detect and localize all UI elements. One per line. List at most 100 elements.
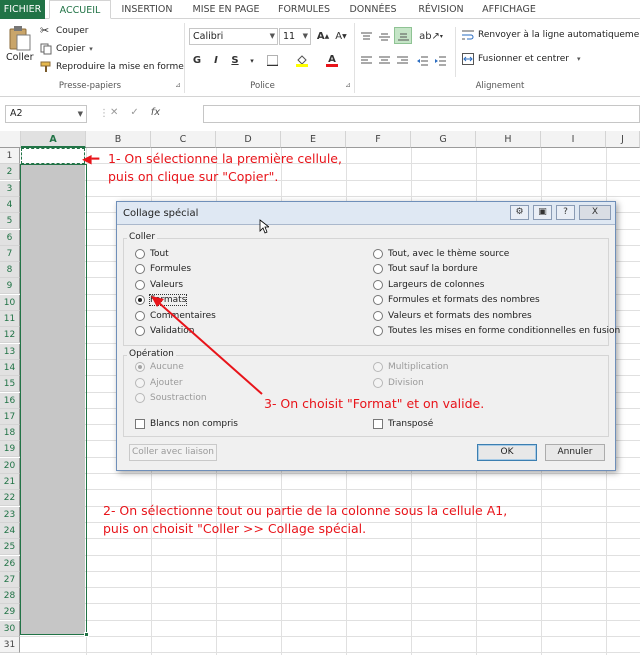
column-header-a[interactable]: A	[21, 131, 86, 148]
chevron-down-icon[interactable]: ▾	[89, 45, 93, 53]
row-header-14[interactable]: 14	[0, 359, 20, 376]
row-header-6[interactable]: 6	[0, 229, 20, 246]
paste-option-radio[interactable]: Tout, avec le thème source	[373, 249, 509, 259]
row-header-19[interactable]: 19	[0, 441, 20, 458]
row-header-15[interactable]: 15	[0, 376, 20, 393]
align-center-icon[interactable]	[376, 52, 392, 69]
row-header-31[interactable]: 31	[0, 637, 20, 653]
cancel-icon[interactable]: ✕	[110, 107, 118, 121]
tab-revision[interactable]: RÉVISION	[410, 0, 472, 19]
operation-option-radio[interactable]: Division	[373, 377, 424, 388]
row-header-29[interactable]: 29	[0, 604, 20, 621]
row-header-30[interactable]: 30	[0, 620, 20, 637]
ok-button[interactable]: OK	[477, 444, 537, 461]
align-top-icon[interactable]	[358, 28, 374, 45]
column-header-c[interactable]: C	[151, 131, 216, 148]
format-painter-button[interactable]: Reproduire la mise en forme	[40, 61, 184, 73]
close-button[interactable]: X	[579, 205, 611, 220]
formula-input[interactable]	[203, 105, 640, 123]
tab-donnees[interactable]: DONNÉES	[340, 0, 406, 19]
row-header-1[interactable]: 1	[0, 148, 20, 164]
paste-option-radio[interactable]: Tout sauf la bordure	[373, 264, 478, 275]
chevron-down-icon[interactable]: ▾	[246, 52, 258, 69]
gear-icon[interactable]: ⚙	[510, 205, 529, 220]
row-header-17[interactable]: 17	[0, 408, 20, 425]
paste-option-radio[interactable]: Formats	[135, 294, 188, 307]
enter-icon[interactable]: ✓	[130, 107, 138, 121]
paste-option-radio[interactable]: Formules	[135, 264, 191, 275]
tab-affichage[interactable]: AFFICHAGE	[476, 0, 542, 19]
font-size-combo[interactable]: 11 ▼	[279, 28, 311, 45]
grow-font-icon[interactable]: A ▲	[315, 28, 331, 45]
shrink-font-icon[interactable]: A ▼	[333, 28, 349, 45]
cut-button[interactable]: ✂ Couper	[40, 25, 88, 37]
bold-button[interactable]: G	[189, 52, 205, 69]
font-name-combo[interactable]: Calibri ▼	[189, 28, 278, 45]
chevron-down-icon[interactable]: ▼	[78, 106, 83, 122]
font-color-icon[interactable]: A	[324, 52, 340, 69]
paste-option-radio[interactable]: Commentaires	[135, 310, 216, 321]
column-header-j[interactable]: J	[606, 131, 640, 148]
paste-option-radio[interactable]: Largeurs de colonnes	[373, 279, 484, 290]
row-header-11[interactable]: 11	[0, 311, 20, 327]
row-header-9[interactable]: 9	[0, 278, 20, 295]
row-header-8[interactable]: 8	[0, 262, 20, 279]
tab-fichier[interactable]: FICHIER	[0, 0, 45, 19]
paste-option-radio[interactable]: Toutes les mises en forme conditionnelle…	[373, 326, 620, 336]
borders-icon[interactable]	[264, 52, 280, 69]
row-header-23[interactable]: 23	[0, 506, 20, 523]
paste-option-radio[interactable]: Valeurs et formats des nombres	[373, 310, 532, 321]
underline-button[interactable]: S	[227, 52, 243, 69]
operation-option-radio[interactable]: Soustraction	[135, 393, 207, 403]
clipboard-launcher-icon[interactable]: ⊿	[175, 81, 181, 89]
column-header-e[interactable]: E	[281, 131, 346, 148]
skip-blanks-checkbox[interactable]: Blancs non compris	[135, 419, 238, 429]
operation-option-radio[interactable]: Aucune	[135, 362, 184, 372]
select-all-corner[interactable]	[0, 131, 21, 148]
paste-link-button[interactable]: Coller avec liaison	[129, 444, 217, 461]
align-right-icon[interactable]	[394, 52, 410, 69]
transpose-checkbox[interactable]: Transposé	[373, 419, 433, 429]
row-header-25[interactable]: 25	[0, 539, 20, 556]
wrap-text-button[interactable]: Renvoyer à la ligne automatiquement	[462, 29, 640, 41]
italic-button[interactable]: I	[208, 52, 224, 69]
row-header-24[interactable]: 24	[0, 522, 20, 539]
row-header-5[interactable]: 5	[0, 213, 20, 230]
row-header-20[interactable]: 20	[0, 457, 20, 474]
paste-button[interactable]: Coller	[6, 25, 33, 63]
cancel-button[interactable]: Annuler	[545, 444, 605, 461]
row-header-27[interactable]: 27	[0, 571, 20, 588]
tab-formules[interactable]: FORMULES	[271, 0, 337, 19]
column-header-h[interactable]: H	[476, 131, 541, 148]
row-header-21[interactable]: 21	[0, 474, 20, 490]
operation-option-radio[interactable]: Multiplication	[373, 362, 448, 372]
align-left-icon[interactable]	[358, 52, 374, 69]
tab-accueil[interactable]: ACCUEIL	[49, 0, 111, 19]
row-header-18[interactable]: 18	[0, 425, 20, 442]
row-header-13[interactable]: 13	[0, 343, 20, 360]
fill-handle[interactable]	[84, 632, 89, 637]
restore-icon[interactable]: ▣	[533, 205, 552, 220]
row-header-28[interactable]: 28	[0, 588, 20, 605]
operation-option-radio[interactable]: Ajouter	[135, 377, 183, 388]
column-header-d[interactable]: D	[216, 131, 281, 148]
help-button[interactable]: ?	[556, 205, 575, 220]
row-header-2[interactable]: 2	[0, 164, 20, 181]
name-box[interactable]: A2 ▼	[5, 105, 87, 123]
row-header-7[interactable]: 7	[0, 245, 20, 262]
tab-insertion[interactable]: INSERTION	[115, 0, 179, 19]
column-header-g[interactable]: G	[411, 131, 476, 148]
copy-button[interactable]: Copier ▾	[40, 43, 93, 55]
row-header-22[interactable]: 22	[0, 490, 20, 507]
column-header-i[interactable]: I	[541, 131, 606, 148]
row-header-16[interactable]: 16	[0, 392, 20, 409]
paste-option-radio[interactable]: Formules et formats des nombres	[373, 295, 540, 306]
row-header-26[interactable]: 26	[0, 555, 20, 572]
increase-indent-icon[interactable]	[432, 52, 448, 69]
fill-color-icon[interactable]	[294, 52, 310, 69]
align-middle-icon[interactable]	[376, 28, 392, 45]
font-launcher-icon[interactable]: ⊿	[345, 81, 351, 89]
row-header-10[interactable]: 10	[0, 294, 20, 311]
chevron-down-icon[interactable]: ▾	[577, 55, 581, 63]
align-bottom-icon[interactable]	[394, 27, 412, 44]
